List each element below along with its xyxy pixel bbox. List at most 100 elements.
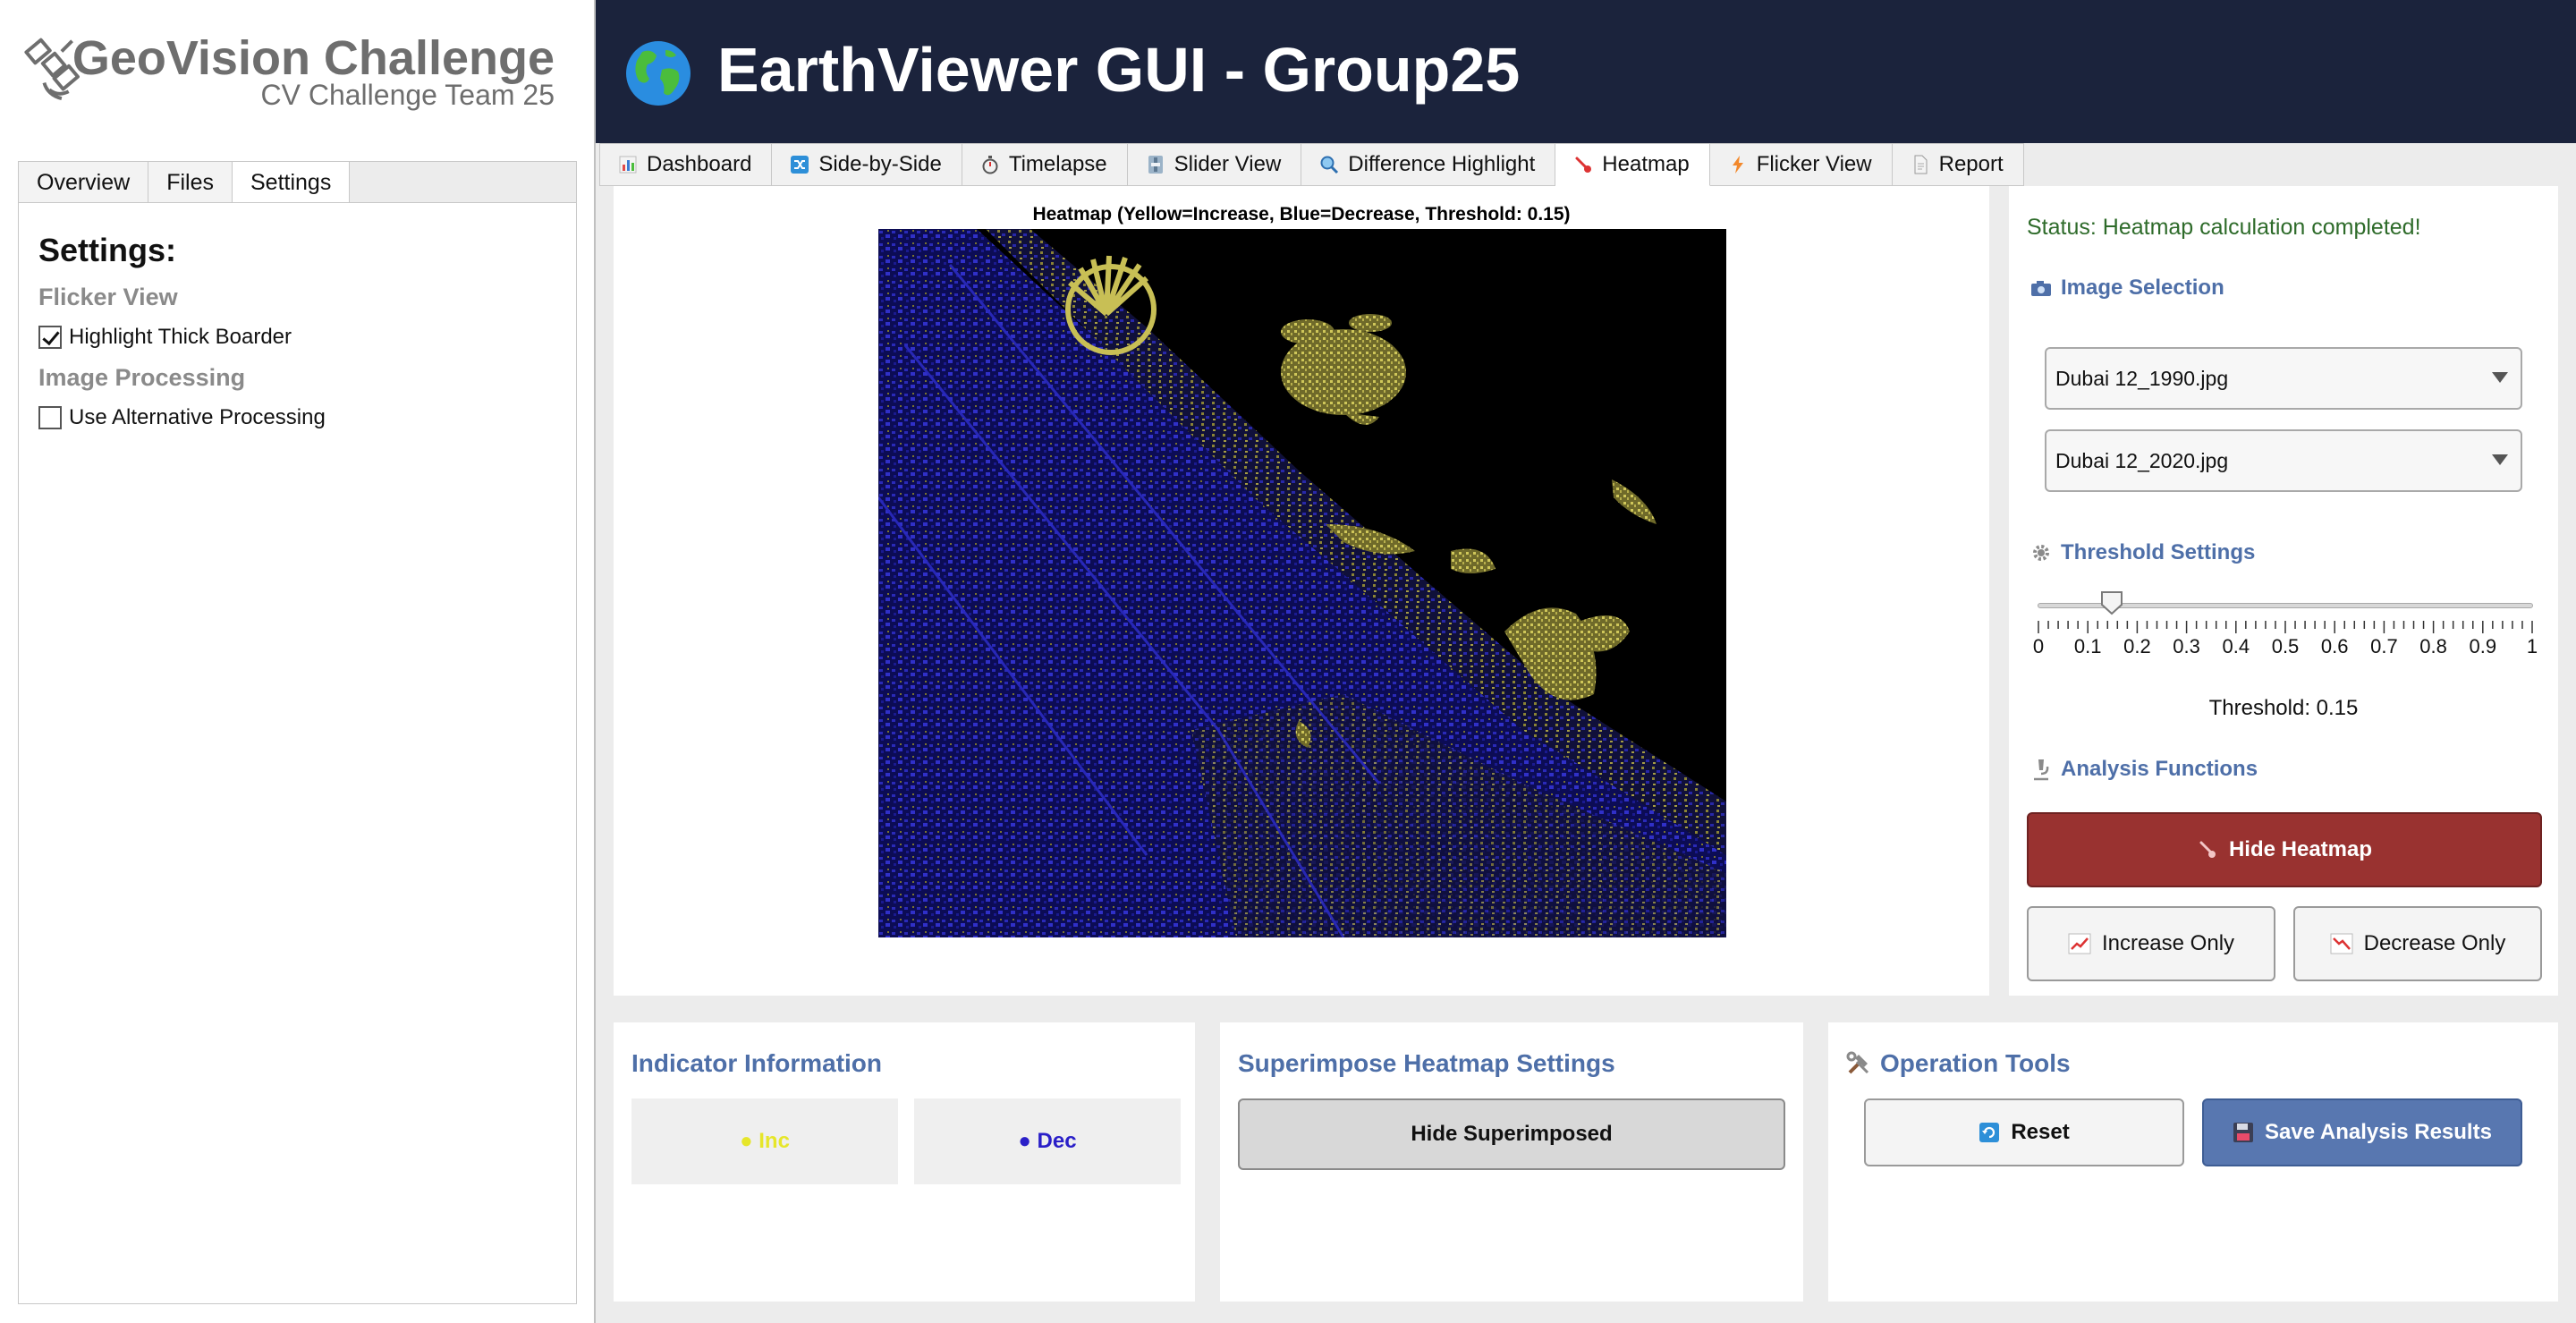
control-panel: Status: Heatmap calculation completed! I… [2009,186,2558,996]
sidebar: GeoVision Challenge CV Challenge Team 25… [0,0,592,1323]
brand-subtitle: CV Challenge Team 25 [260,79,555,111]
app-title: EarthViewer GUI - Group25 [717,35,1521,105]
decrease-only-button[interactable]: Decrease Only [2293,906,2542,981]
refresh-icon [1979,1123,2000,1142]
main-tabs: Dashboard Side-by-Side Timelapse Slider … [599,143,2024,186]
camera-icon [2031,281,2051,296]
slider-tick-label: 0.7 [2370,635,2398,657]
slider-tick-label: 0.8 [2419,635,2447,657]
settings-panel: Settings: Flicker View Highlight Thick B… [18,202,577,1304]
threshold-settings-heading: Threshold Settings [2030,540,2255,565]
tab-report[interactable]: Report [1892,143,2024,186]
alternative-processing-checkbox[interactable]: Use Alternative Processing [38,405,326,430]
save-analysis-button[interactable]: Save Analysis Results [2202,1098,2522,1166]
sidebar-tab-overview[interactable]: Overview [19,162,149,204]
tab-slider-view[interactable]: Slider View [1127,143,1302,186]
slider-tick-label: 0.2 [2123,635,2151,657]
heatmap-panel: Heatmap (Yellow=Increase, Blue=Decrease,… [614,186,1989,996]
image-b-dropdown[interactable]: Dubai 12_2020.jpg [2045,429,2522,492]
tab-label: Report [1938,152,2004,176]
heatmap-caption: Heatmap (Yellow=Increase, Blue=Decrease,… [1032,204,1571,225]
checkbox-label: Highlight Thick Boarder [69,325,292,349]
hide-heatmap-button[interactable]: Hide Heatmap [2027,812,2542,887]
tab-side-by-side[interactable]: Side-by-Side [772,143,962,186]
settings-heading: Settings: [38,232,177,268]
status-text: Status: Heatmap calculation completed! [2027,215,2421,240]
reset-button[interactable]: Reset [1864,1098,2184,1166]
sidebar-tabs: Overview Files Settings [18,161,577,204]
flicker-view-section-title: Flicker View [38,284,178,310]
heading-label: Threshold Settings [2061,540,2256,564]
brand: GeoVision Challenge CV Challenge Team 25 [23,27,560,116]
heatmap-image [878,229,1726,937]
tab-difference-highlight[interactable]: Difference Highlight [1301,143,1556,186]
operation-tools-card: Operation Tools Reset Save Analysis Resu… [1828,1022,2558,1302]
threshold-value-text: Threshold: 0.15 [2208,696,2359,720]
slider-thumb[interactable] [2100,590,2123,615]
tab-dashboard[interactable]: Dashboard [599,143,773,186]
indicator-card: Indicator Information ● Inc ● Dec [614,1022,1195,1302]
globe-icon [626,41,691,106]
button-label: Hide Superimposed [1411,1122,1613,1146]
chart-increasing-icon [2068,933,2091,954]
dropdown-value: Dubai 12_2020.jpg [2055,448,2229,472]
threshold-slider[interactable]: 0 0.1 0.2 0.3 0.4 0.5 0.6 0.7 0.8 0.9 1 [2033,589,2538,669]
increase-only-button[interactable]: Increase Only [2027,906,2275,981]
image-a-dropdown[interactable]: Dubai 12_1990.jpg [2045,347,2522,410]
slider-ticks [2038,621,2533,633]
slider-tick-label: 1 [2526,635,2538,657]
checkbox-box[interactable] [38,326,62,349]
decrease-indicator: ● Dec [914,1098,1181,1184]
floppy-disk-icon [2233,1123,2254,1142]
tab-label: Dashboard [647,152,752,176]
tab-heatmap[interactable]: Heatmap [1555,143,1710,186]
tab-label: Flicker View [1756,152,1872,176]
magnifier-icon [1320,156,1339,174]
tab-flicker-view[interactable]: Flicker View [1709,143,1893,186]
app-header: EarthViewer GUI - Group25 [596,0,2576,143]
chevron-down-icon [2492,372,2508,383]
chevron-down-icon [2492,454,2508,465]
tab-label: Heatmap [1602,152,1690,176]
tab-label: Side-by-Side [818,152,942,176]
operation-tools-heading: Operation Tools [1846,1049,2071,1078]
lightning-icon [1732,156,1743,174]
highlight-thick-border-checkbox[interactable]: Highlight Thick Boarder [38,325,292,350]
microscope-icon [2034,759,2049,781]
sidebar-tab-files[interactable]: Files [148,162,233,204]
tab-label: Timelapse [1008,152,1107,176]
shuffle-icon [791,156,809,174]
analysis-functions-heading: Analysis Functions [2030,757,2258,782]
sidebar-tab-settings[interactable]: Settings [232,162,351,204]
gear-icon [2033,545,2049,561]
tab-content: Heatmap (Yellow=Increase, Blue=Decrease,… [596,186,2576,1323]
button-label: Decrease Only [2363,931,2506,955]
superimpose-title: Superimpose Heatmap Settings [1238,1049,1615,1077]
button-label: Increase Only [2101,931,2235,955]
checkbox-label: Use Alternative Processing [69,405,326,429]
brand-title: GeoVision Challenge [72,31,555,85]
image-processing-section-title: Image Processing [38,364,246,391]
document-icon [1914,155,1928,174]
heading-label: Analysis Functions [2061,757,2258,781]
main-app: EarthViewer GUI - Group25 Dashboard Side… [594,0,2576,1323]
tools-icon [1846,1051,1869,1074]
checkbox-box[interactable] [38,406,62,429]
heading-label: Operation Tools [1880,1049,2071,1077]
slider-tick-label: 0.3 [2173,635,2200,657]
slider-tick-label: 0.4 [2222,635,2250,657]
stopwatch-icon [982,156,998,174]
superimpose-card: Superimpose Heatmap Settings Hide Superi… [1220,1022,1803,1302]
hide-superimposed-button[interactable]: Hide Superimposed [1238,1098,1785,1170]
thermometer-icon [2199,841,2216,858]
chart-decreasing-icon [2330,933,2353,954]
button-label: Hide Heatmap [2228,837,2373,861]
tab-label: Difference Highlight [1348,152,1536,176]
indicator-dec-label: ● Dec [1018,1129,1077,1153]
slider-tick-label: 0.6 [2320,635,2349,657]
slider-icon [1148,156,1163,174]
tab-timelapse[interactable]: Timelapse [962,143,1128,186]
indicator-inc-label: ● Inc [740,1129,790,1153]
heading-label: Image Selection [2061,276,2224,300]
bar-chart-icon [619,156,637,174]
